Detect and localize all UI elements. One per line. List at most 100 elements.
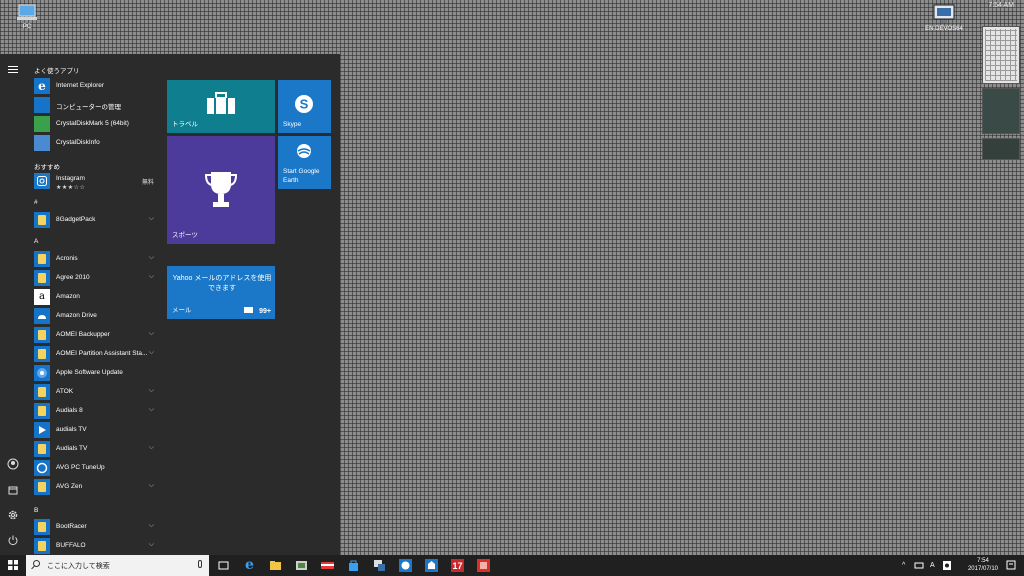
suitcase-icon	[207, 92, 235, 114]
chevron-down-icon: ⌵	[148, 482, 154, 489]
audials-tv-icon	[34, 422, 50, 438]
app-internet-explorer[interactable]: e Internet Explorer	[34, 78, 156, 95]
app-acronis[interactable]: Acronis ⌵	[34, 251, 156, 268]
desktop-icon-pc[interactable]: PC	[12, 4, 42, 30]
chevron-down-icon: ⌵	[148, 387, 154, 394]
envelope-icon	[244, 307, 253, 313]
taskbar-app-icon-1[interactable]	[294, 558, 309, 573]
network-meter-gadget[interactable]	[982, 138, 1020, 160]
folder-icon	[34, 212, 50, 228]
settings-gear-icon[interactable]	[5, 509, 21, 525]
calendar-gadget[interactable]	[982, 26, 1020, 84]
chevron-down-icon: ⌵	[148, 406, 154, 413]
skype-icon: S	[295, 95, 313, 113]
file-explorer-icon[interactable]	[268, 558, 283, 573]
section-letter-b[interactable]: B	[34, 507, 38, 514]
svg-text:S: S	[300, 97, 309, 112]
app-avg-zen[interactable]: AVG Zen ⌵	[34, 479, 156, 496]
documents-icon[interactable]	[5, 484, 21, 500]
search-placeholder: ここに入力して検索	[47, 563, 110, 570]
taskbar-app-icon-4[interactable]	[398, 558, 413, 573]
notification-center-icon[interactable]	[1006, 555, 1016, 576]
app-price: 無料	[141, 180, 154, 186]
computer-management-icon	[34, 97, 50, 113]
user-account-icon[interactable]	[5, 458, 21, 474]
windows-logo-icon	[8, 560, 18, 570]
taskbar-app-icon-5[interactable]	[424, 558, 439, 573]
folder-icon	[34, 384, 50, 400]
app-buffalo[interactable]: BUFFALO ⌵	[34, 538, 156, 555]
app-apple-software-update[interactable]: Apple Software Update	[34, 365, 156, 382]
section-letter-a[interactable]: A	[34, 238, 38, 245]
app-audials-8[interactable]: Audials 8 ⌵	[34, 403, 156, 420]
app-amazon-drive[interactable]: Amazon Drive	[34, 308, 156, 325]
app-8gadgetpack[interactable]: 8GadgetPack ⌵	[34, 212, 156, 229]
app-crystaldiskmark[interactable]: CrystalDiskMark 5 (64bit)	[34, 116, 156, 133]
chevron-down-icon: ⌵	[148, 254, 154, 261]
svg-text:17: 17	[452, 561, 462, 571]
app-rating: ★★★☆☆	[56, 185, 86, 191]
taskbar-app-icon-2[interactable]	[320, 558, 335, 573]
app-amazon[interactable]: a Amazon	[34, 289, 156, 306]
app-bootracer[interactable]: BootRacer ⌵	[34, 519, 156, 536]
desktop-icon-label: PC	[22, 24, 32, 30]
tray-chevron-up-icon[interactable]: ^	[902, 555, 905, 576]
trophy-icon	[204, 172, 238, 207]
crystaldiskmark-icon	[34, 116, 50, 132]
taskbar-app-icon-3[interactable]	[372, 558, 387, 573]
app-avg-pc-tuneup[interactable]: AVG PC TuneUp	[34, 460, 156, 477]
app-aomei-partition-assistant[interactable]: AOMEI Partition Assistant Sta... ⌵	[34, 346, 156, 363]
section-letter-hash[interactable]: #	[34, 199, 38, 206]
chevron-down-icon: ⌵	[148, 215, 154, 222]
app-agree-2010[interactable]: Agree 2010 ⌵	[34, 270, 156, 287]
taskbar-ie-icon[interactable]: e	[242, 558, 257, 573]
app-computer-management[interactable]: コンピューターの管理	[34, 97, 156, 114]
taskbar-app-icon-7[interactable]	[476, 558, 491, 573]
app-audials-tv[interactable]: Audials TV ⌵	[34, 441, 156, 458]
ime-mode-indicator[interactable]: A	[930, 555, 935, 576]
start-menu: よく使うアプリ e Internet Explorer コンピューターの管理 C…	[0, 54, 340, 555]
app-instagram[interactable]: Instagram ★★★☆☆ 無料	[34, 173, 156, 193]
tile-sports[interactable]: スポーツ	[167, 136, 275, 244]
power-icon[interactable]	[5, 534, 21, 550]
tile-travel[interactable]: トラベル	[167, 80, 275, 133]
cpu-meter-gadget[interactable]	[982, 88, 1020, 134]
chevron-down-icon: ⌵	[148, 330, 154, 337]
tile-google-earth[interactable]: Start Google Earth	[278, 136, 331, 189]
start-rail	[0, 54, 26, 555]
taskbar-app-icon-6[interactable]: 17	[450, 558, 465, 573]
tile-label: スポーツ	[172, 232, 198, 239]
folder-icon	[34, 346, 50, 362]
store-icon[interactable]	[346, 558, 361, 573]
monitor-icon	[933, 4, 955, 23]
app-atok[interactable]: ATOK ⌵	[34, 384, 156, 401]
folder-icon	[34, 479, 50, 495]
tray-app-icon[interactable]	[942, 555, 952, 576]
folder-icon	[34, 538, 50, 554]
chevron-down-icon: ⌵	[148, 273, 154, 280]
gadget-sidebar	[982, 26, 1020, 164]
microphone-icon[interactable]	[198, 560, 202, 568]
tile-skype[interactable]: S Skype	[278, 80, 331, 133]
clock-date: 2017/07/10	[967, 566, 998, 572]
tile-mail[interactable]: Yahoo メールのアドレスを使用できます メール 99+	[167, 266, 275, 319]
start-button[interactable]	[0, 555, 26, 576]
app-aomei-backupper[interactable]: AOMEI Backupper ⌵	[34, 327, 156, 344]
hamburger-menu-icon[interactable]	[8, 66, 18, 73]
network-icon[interactable]	[914, 555, 924, 576]
avg-tuneup-icon	[34, 460, 50, 476]
search-box[interactable]: ここに入力して検索	[26, 555, 209, 576]
app-list: よく使うアプリ e Internet Explorer コンピューターの管理 C…	[26, 54, 158, 555]
desktop-icon-system[interactable]: EN DEVOS64	[924, 4, 964, 32]
app-crystaldiskinfo[interactable]: CrystalDiskInfo	[34, 135, 156, 152]
folder-icon	[34, 270, 50, 286]
task-view-icon[interactable]	[216, 558, 231, 573]
tile-label: Skype	[283, 121, 302, 128]
search-icon	[33, 560, 40, 567]
desktop-icon-label: EN DEVOS64	[925, 26, 963, 32]
chevron-down-icon: ⌵	[148, 444, 154, 451]
folder-icon	[34, 403, 50, 419]
app-audials-tv-lower[interactable]: audials TV	[34, 422, 156, 439]
folder-icon	[34, 251, 50, 267]
taskbar-clock[interactable]: 7:54 2017/07/10	[968, 557, 998, 573]
